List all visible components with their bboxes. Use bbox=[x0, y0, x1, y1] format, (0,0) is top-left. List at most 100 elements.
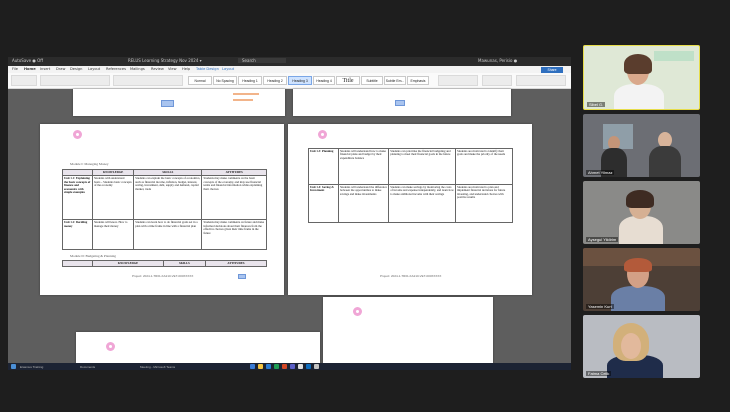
powerpoint-icon[interactable] bbox=[282, 364, 287, 369]
style-heading-2[interactable]: Heading 2 bbox=[263, 76, 287, 85]
table-cell: Unit 1.4: Saving & Investment bbox=[308, 184, 339, 223]
edge-icon[interactable] bbox=[306, 364, 311, 369]
menu-bar: File Home Insert Draw Design Layout Refe… bbox=[8, 66, 571, 73]
paragraph-group[interactable] bbox=[113, 75, 183, 86]
shared-screen: AutoSave ● Off RELUS Learning Strategy N… bbox=[8, 57, 571, 370]
table-header-attitudes: ATTITUDES bbox=[204, 259, 268, 268]
document-canvas[interactable]: Module I: Managing Money KNOWLEDGE SKILL… bbox=[8, 89, 571, 363]
menu-review[interactable]: Review bbox=[151, 67, 164, 71]
folder-icon[interactable] bbox=[258, 364, 263, 369]
menu-mailings[interactable]: Mailings bbox=[130, 67, 145, 71]
style-subtitle[interactable]: Subtitle bbox=[361, 76, 383, 85]
teams-icon[interactable] bbox=[290, 364, 295, 369]
user-name: Mawunas, Perisio ● bbox=[478, 58, 518, 63]
participant-name: Yasemin Kurt bbox=[586, 304, 614, 309]
table-cell: Students may make comments on future and… bbox=[201, 219, 267, 251]
project-logo bbox=[353, 307, 362, 316]
eu-flag-image bbox=[238, 274, 246, 279]
menu-table-layout[interactable]: Layout bbox=[222, 67, 234, 71]
chrome-icon[interactable] bbox=[298, 364, 303, 369]
meeting-window: AutoSave ● Off RELUS Learning Strategy N… bbox=[0, 0, 730, 412]
table-cell: Students are motivated to plan and imple… bbox=[455, 184, 513, 223]
page-partial-top-right bbox=[293, 89, 511, 116]
autosave-toggle[interactable]: AutoSave ● Off bbox=[12, 58, 43, 63]
voice-group[interactable] bbox=[482, 75, 512, 86]
style-no-spacing[interactable]: No Spacing bbox=[213, 76, 237, 85]
taskbar-item[interactable]: Erasmus Training bbox=[20, 365, 43, 369]
participant-tile[interactable]: Ahmet Yilmaz bbox=[583, 114, 700, 177]
table-cell: Students are motivated to identify their… bbox=[455, 148, 513, 185]
sensitivity-group[interactable] bbox=[516, 75, 566, 86]
windows-start-icon[interactable] bbox=[11, 364, 16, 369]
module-title: Module II: Budgeting & Planning bbox=[70, 254, 116, 258]
word-titlebar: AutoSave ● Off RELUS Learning Strategy N… bbox=[8, 57, 571, 66]
taskbar-item[interactable]: Meeting - Microsoft Teams bbox=[140, 365, 175, 369]
search-box[interactable]: Search bbox=[238, 58, 286, 63]
menu-design[interactable]: Design bbox=[70, 67, 82, 71]
page-partial-bottom-left bbox=[76, 332, 320, 363]
taskbar-item[interactable]: Documents bbox=[80, 365, 95, 369]
participant-name: Aysegul Yildirim bbox=[586, 237, 619, 242]
search-icon[interactable] bbox=[250, 364, 255, 369]
participant-tile[interactable]: Aysegul Yildirim bbox=[583, 181, 700, 244]
competence-table-right: Unit 1.3: Planning Students will underst… bbox=[308, 148, 513, 223]
orange-line bbox=[233, 93, 259, 95]
page-partial-bottom-right bbox=[323, 297, 493, 363]
clipboard-group[interactable] bbox=[11, 75, 37, 86]
menu-file[interactable]: File bbox=[12, 67, 18, 71]
document-title: RELUS Learning Strategy Nov 2024 ▾ bbox=[128, 58, 202, 63]
page-left: Module I: Managing Money KNOWLEDGE SKILL… bbox=[40, 124, 284, 295]
project-logo bbox=[106, 342, 115, 351]
menu-help[interactable]: Help bbox=[182, 67, 190, 71]
table-cell: Unit 1.3: Planning bbox=[308, 148, 339, 185]
menu-references[interactable]: References bbox=[106, 67, 126, 71]
project-logo bbox=[318, 130, 327, 139]
table-cell: Students can make savings by monitoring … bbox=[388, 184, 457, 223]
table-cell: Students will know. How to manage their … bbox=[91, 219, 135, 251]
menu-draw[interactable]: Draw bbox=[56, 67, 65, 71]
style-heading-4[interactable]: Heading 4 bbox=[313, 76, 335, 85]
page-partial-top-left bbox=[73, 89, 285, 116]
participant-tile[interactable]: Yasemin Kurt bbox=[583, 248, 700, 311]
participant-hair bbox=[624, 54, 652, 74]
eu-flag-image bbox=[161, 100, 174, 107]
participant-body bbox=[611, 286, 665, 311]
font-group[interactable] bbox=[40, 75, 110, 86]
style-heading-1[interactable]: Heading 1 bbox=[238, 76, 262, 85]
table-header-skills: SKILLS bbox=[162, 259, 206, 268]
style-title[interactable]: Title bbox=[336, 76, 360, 85]
share-button[interactable]: Share bbox=[541, 66, 563, 73]
menu-view[interactable]: View bbox=[168, 67, 177, 71]
participant-tile[interactable]: Sibel G. bbox=[583, 45, 700, 110]
orange-line bbox=[233, 99, 253, 101]
windows-taskbar: Erasmus Training Documents Meeting - Mic… bbox=[8, 363, 571, 370]
page-footer: Project: 2024-1-TR01-KA210-VET-000XXXXX bbox=[380, 274, 442, 278]
menu-layout[interactable]: Layout bbox=[88, 67, 100, 71]
settings-icon[interactable] bbox=[314, 364, 319, 369]
style-normal[interactable]: Normal bbox=[188, 76, 212, 85]
ribbon: Normal No Spacing Heading 1 Heading 2 He… bbox=[8, 73, 571, 89]
editing-group[interactable] bbox=[438, 75, 478, 86]
table-cell: Students can explain the basic concepts … bbox=[133, 175, 203, 221]
participant-body bbox=[614, 84, 664, 109]
competence-table-left: KNOWLEDGE SKILLS ATTITUDES Unit 1.1: Exp… bbox=[62, 168, 267, 251]
participant-hair bbox=[626, 190, 654, 208]
participant-name: Sibel G. bbox=[587, 102, 606, 107]
excel-icon[interactable] bbox=[274, 364, 279, 369]
menu-home[interactable]: Home bbox=[24, 67, 36, 71]
participant-tile[interactable]: Fatma Celik bbox=[583, 315, 700, 378]
table-cell: Students will understand how to make fin… bbox=[337, 148, 390, 185]
table-cell: Unit 1.2: Deciding money bbox=[62, 219, 93, 251]
table-header-blank bbox=[62, 259, 93, 268]
menu-table-design[interactable]: Table Design bbox=[196, 67, 219, 71]
style-subtle-emphasis[interactable]: Subtle Em... bbox=[384, 76, 406, 85]
eu-flag-image bbox=[395, 100, 405, 106]
table-cell: Students can prioritise the financial bu… bbox=[388, 148, 457, 185]
style-emphasis[interactable]: Emphasis bbox=[407, 76, 429, 85]
participant-body bbox=[619, 216, 663, 244]
word-icon[interactable] bbox=[266, 364, 271, 369]
module-title: Module I: Managing Money bbox=[70, 162, 109, 166]
menu-insert[interactable]: Insert bbox=[40, 67, 50, 71]
style-heading-3[interactable]: Heading 3 bbox=[288, 76, 312, 85]
table-cell: Unit 1.1: Explaining the basic concepts … bbox=[62, 175, 93, 221]
